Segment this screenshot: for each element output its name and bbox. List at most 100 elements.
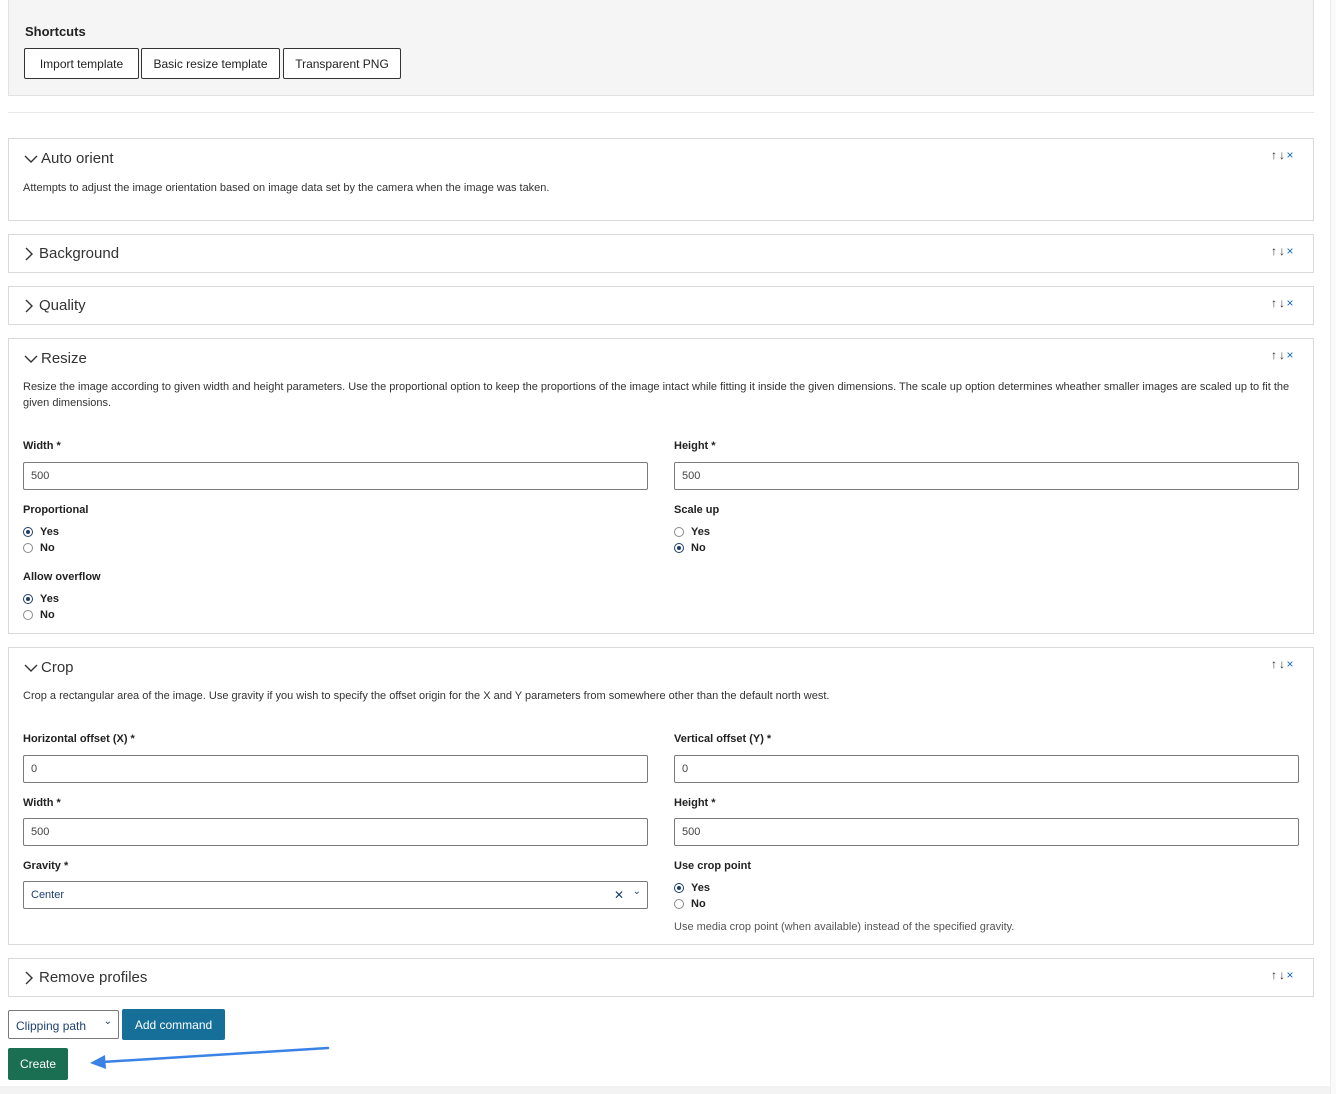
proportional-yes-radio[interactable]: Yes — [23, 526, 59, 538]
command-panel-remove-profiles: Remove profiles ↑ ↓ × — [8, 958, 1314, 997]
move-up-icon[interactable]: ↑ — [1270, 244, 1278, 258]
move-up-icon[interactable]: ↑ — [1270, 296, 1278, 310]
scale-up-yes-radio[interactable]: Yes — [674, 526, 710, 538]
crop-point-yes-radio[interactable]: Yes — [674, 882, 710, 894]
panel-title: Crop — [41, 659, 74, 676]
chevron-down-icon: ⌄ — [103, 1016, 112, 1027]
crop-point-no-radio[interactable]: No — [674, 898, 706, 910]
panel-toggle-remove-profiles[interactable]: Remove profiles — [21, 969, 147, 986]
panel-toggle-background[interactable]: Background — [21, 245, 119, 262]
radio-label: Yes — [40, 593, 59, 605]
panel-title: Background — [39, 245, 120, 262]
arrow-annotation-icon — [90, 1046, 330, 1069]
crop-x-input[interactable] — [23, 755, 648, 783]
command-type-value: Clipping path — [16, 1019, 87, 1033]
move-up-icon[interactable]: ↑ — [1270, 657, 1278, 671]
y-offset-label: Vertical offset (Y) * — [674, 733, 772, 745]
crop-point-label: Use crop point — [674, 860, 752, 872]
allow-overflow-yes-radio[interactable]: Yes — [23, 593, 59, 605]
move-down-icon[interactable]: ↓ — [1278, 348, 1286, 362]
footer-strip — [0, 1086, 1336, 1094]
panel-title: Auto orient — [41, 150, 114, 167]
remove-icon[interactable]: × — [1286, 244, 1294, 258]
basic-resize-template-button[interactable]: Basic resize template — [141, 48, 280, 79]
radio-icon — [23, 543, 33, 553]
radio-selected-icon — [23, 527, 33, 537]
transparent-png-button[interactable]: Transparent PNG — [283, 48, 401, 79]
crop-height-label: Height * — [674, 797, 716, 809]
crop-width-input[interactable] — [23, 818, 648, 846]
chevron-down-icon — [24, 155, 38, 163]
resize-height-input[interactable] — [674, 462, 1299, 490]
scale-up-no-radio[interactable]: No — [674, 542, 706, 554]
crop-point-hint: Use media crop point (when available) in… — [674, 921, 1015, 933]
radio-selected-icon — [23, 594, 33, 604]
panel-title: Quality — [39, 297, 86, 314]
panel-controls: ↑ ↓ × — [1270, 348, 1294, 362]
shortcuts-title: Shortcuts — [25, 24, 86, 39]
remove-icon[interactable]: × — [1286, 657, 1294, 671]
panel-description: Resize the image according to given widt… — [23, 381, 1290, 409]
allow-overflow-no-radio[interactable]: No — [23, 609, 55, 621]
radio-label: No — [40, 609, 55, 621]
move-up-icon[interactable]: ↑ — [1270, 348, 1278, 362]
add-command-button[interactable]: Add command — [122, 1009, 225, 1040]
move-down-icon[interactable]: ↓ — [1278, 244, 1286, 258]
panel-controls: ↑ ↓ × — [1270, 968, 1294, 982]
gravity-label: Gravity * — [23, 860, 69, 872]
scrollbar-track[interactable] — [1330, 0, 1336, 1094]
proportional-label: Proportional — [23, 504, 89, 516]
move-down-icon[interactable]: ↓ — [1278, 657, 1286, 671]
radio-icon — [23, 610, 33, 620]
panel-toggle-quality[interactable]: Quality — [21, 297, 86, 314]
remove-icon[interactable]: × — [1286, 148, 1294, 162]
chevron-right-icon — [25, 299, 33, 312]
radio-selected-icon — [674, 883, 684, 893]
command-panel-quality: Quality ↑ ↓ × — [8, 286, 1314, 325]
import-template-button[interactable]: Import template — [24, 48, 139, 79]
panel-toggle-resize[interactable]: Resize — [23, 350, 87, 367]
x-offset-label: Horizontal offset (X) * — [23, 733, 135, 745]
chevron-down-icon — [24, 664, 38, 672]
panel-controls: ↑ ↓ × — [1270, 244, 1294, 258]
panel-toggle-auto-orient[interactable]: Auto orient — [23, 150, 114, 167]
resize-width-input[interactable] — [23, 462, 648, 490]
move-up-icon[interactable]: ↑ — [1270, 148, 1278, 162]
radio-label: Yes — [40, 526, 59, 538]
command-panel-auto-orient: Auto orient ↑ ↓ × Attempts to adjust the… — [8, 138, 1314, 221]
crop-y-input[interactable] — [674, 755, 1299, 783]
radio-label: No — [691, 542, 706, 554]
radio-icon — [674, 527, 684, 537]
chevron-right-icon — [25, 247, 33, 260]
crop-height-input[interactable] — [674, 818, 1299, 846]
allow-overflow-label: Allow overflow — [23, 571, 101, 583]
panel-description: Crop a rectangular area of the image. Us… — [23, 690, 830, 702]
panel-controls: ↑ ↓ × — [1270, 148, 1294, 162]
panel-toggle-crop[interactable]: Crop — [23, 659, 74, 676]
radio-selected-icon — [674, 543, 684, 553]
width-label: Width * — [23, 440, 61, 452]
radio-label: No — [691, 898, 706, 910]
command-type-select[interactable]: Clipping path ⌄ — [8, 1010, 119, 1039]
radio-label: Yes — [691, 882, 710, 894]
move-up-icon[interactable]: ↑ — [1270, 968, 1278, 982]
radio-label: No — [40, 542, 55, 554]
move-down-icon[interactable]: ↓ — [1278, 296, 1286, 310]
panel-title: Resize — [41, 350, 87, 367]
proportional-no-radio[interactable]: No — [23, 542, 55, 554]
remove-icon[interactable]: × — [1286, 296, 1294, 310]
radio-icon — [674, 899, 684, 909]
move-down-icon[interactable]: ↓ — [1278, 968, 1286, 982]
create-button[interactable]: Create — [8, 1048, 68, 1080]
scale-up-label: Scale up — [674, 504, 720, 516]
crop-width-label: Width * — [23, 797, 61, 809]
shortcuts-panel: Shortcuts Import template Basic resize t… — [8, 0, 1314, 96]
move-down-icon[interactable]: ↓ — [1278, 148, 1286, 162]
remove-icon[interactable]: × — [1286, 348, 1294, 362]
chevron-down-icon[interactable]: ⌄ — [633, 886, 641, 897]
chevron-right-icon — [25, 971, 33, 984]
remove-icon[interactable]: × — [1286, 968, 1294, 982]
divider — [8, 112, 1314, 113]
clear-icon[interactable]: ✕ — [614, 888, 624, 902]
gravity-select[interactable]: Center ✕ ⌄ — [23, 881, 648, 909]
